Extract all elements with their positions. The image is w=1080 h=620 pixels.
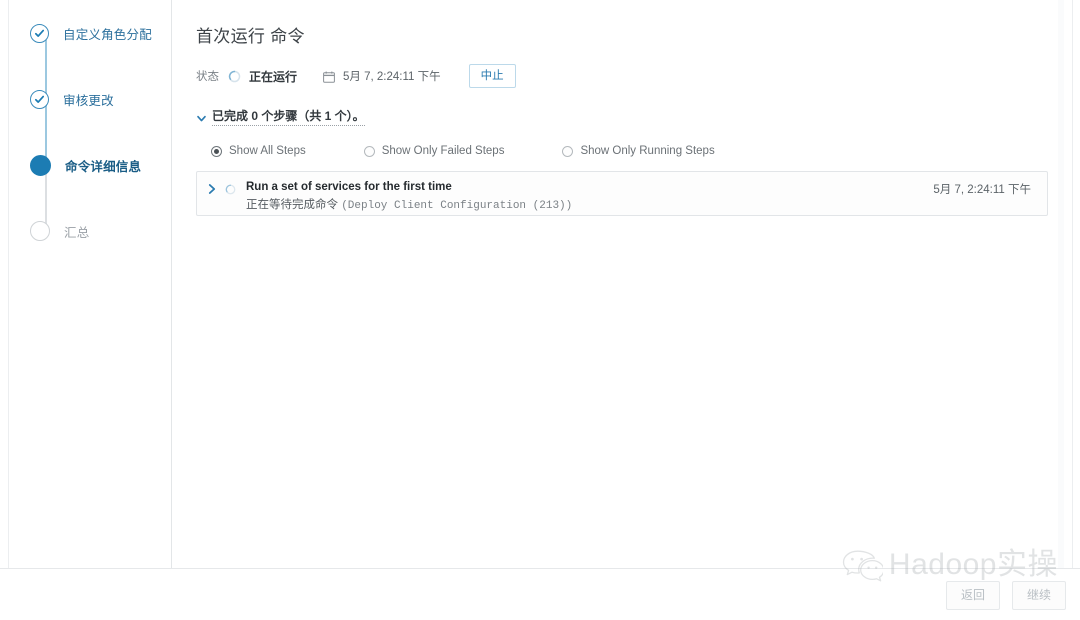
continue-button[interactable]: 继续	[1011, 581, 1066, 610]
filter-label: Show Only Failed Steps	[381, 145, 505, 157]
step-subtitle-command: (Deploy Client Configuration (213))	[341, 200, 573, 212]
status-row: 状态 正在运行 5月 7, 2:24:11 下午 中止	[196, 63, 1048, 89]
sidebar-item-review-changes[interactable]: 审核更改	[9, 82, 171, 116]
filter-show-all-steps[interactable]: Show All Steps	[211, 145, 306, 157]
footer-bar: 返回 继续	[0, 569, 1080, 620]
step-subtitle: 正在等待完成命令 (Deploy Client Configuration (2…	[246, 197, 933, 214]
calendar-icon	[323, 70, 335, 83]
check-circle-icon	[30, 23, 49, 43]
chevron-right-icon[interactable]	[207, 182, 217, 194]
step-subtitle-prefix: 正在等待完成命令	[246, 199, 338, 211]
sidebar-item-label: 审核更改	[63, 93, 114, 108]
abort-button[interactable]: 中止	[468, 64, 516, 88]
spinner-icon	[225, 182, 236, 195]
chevron-down-icon[interactable]	[196, 111, 207, 122]
status-date: 5月 7, 2:24:11 下午	[343, 71, 441, 83]
filled-circle-icon	[30, 154, 51, 176]
radio-icon[interactable]	[562, 145, 574, 157]
filter-label: Show All Steps	[229, 145, 306, 157]
spinner-icon	[228, 70, 241, 83]
main-content: 首次运行 命令 状态 正在运行 5月 7, 2:24:11 下午 中止 已完成 …	[172, 0, 1072, 568]
filter-show-only-running-steps[interactable]: Show Only Running Steps	[562, 145, 715, 157]
empty-circle-icon	[30, 221, 50, 241]
radio-icon[interactable]	[211, 145, 222, 157]
step-timestamp: 5月 7, 2:24:11 下午	[933, 184, 1031, 196]
filter-label: Show Only Running Steps	[580, 145, 715, 157]
progress-summary-row[interactable]: 已完成 0 个步骤（共 1 个）。	[196, 107, 1048, 126]
scrollbar-rail[interactable]	[1058, 0, 1064, 568]
sidebar-item-command-details[interactable]: 命令详细信息	[9, 148, 171, 182]
sidebar-item-label: 命令详细信息	[65, 159, 142, 174]
wizard-sidebar: 自定义角色分配 审核更改 命令详细信息 汇总	[9, 0, 172, 568]
sidebar-item-label: 汇总	[64, 225, 90, 240]
sidebar-item-summary[interactable]: 汇总	[9, 214, 171, 248]
step-filter-group: Show All Steps Show Only Failed Steps Sh…	[196, 145, 1048, 157]
step-title: Run a set of services for the first time	[246, 181, 452, 193]
footer-buttons: 返回 继续	[934, 581, 1066, 610]
progress-text[interactable]: 已完成 0 个步骤（共 1 个）。	[212, 107, 365, 126]
check-circle-icon	[30, 89, 49, 109]
filter-show-only-failed-steps[interactable]: Show Only Failed Steps	[363, 145, 505, 157]
status-value: 正在运行	[249, 69, 298, 84]
sidebar-item-label: 自定义角色分配	[63, 27, 152, 42]
radio-icon[interactable]	[363, 145, 375, 157]
step-row-body: Run a set of services for the first time…	[246, 180, 933, 214]
sidebar-item-custom-role-assignment[interactable]: 自定义角色分配	[9, 16, 171, 50]
step-row[interactable]: Run a set of services for the first time…	[196, 171, 1048, 216]
page-title: 首次运行 命令	[196, 27, 305, 46]
app-root: 自定义角色分配 审核更改 命令详细信息 汇总 首次运行 命令 状态 正在运行 5…	[0, 0, 1080, 620]
back-button[interactable]: 返回	[945, 581, 1000, 610]
status-label: 状态	[196, 71, 219, 83]
wizard-content-split: 自定义角色分配 审核更改 命令详细信息 汇总 首次运行 命令 状态 正在运行 5…	[8, 0, 1073, 568]
